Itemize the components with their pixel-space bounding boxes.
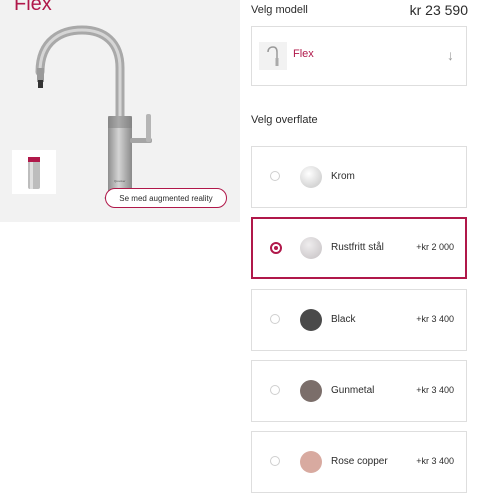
model-name: Flex bbox=[293, 48, 314, 60]
finish-name: Black bbox=[331, 314, 356, 325]
finish-price: +kr 3 400 bbox=[416, 456, 454, 466]
finish-price: +kr 2 000 bbox=[416, 242, 454, 252]
color-swatch bbox=[300, 309, 322, 331]
reservoir-icon bbox=[28, 157, 40, 189]
finish-name: Krom bbox=[331, 171, 355, 182]
finish-name: Rose copper bbox=[331, 456, 388, 467]
color-swatch bbox=[300, 380, 322, 402]
radio-button-selected[interactable] bbox=[270, 242, 282, 254]
finish-price: +kr 3 400 bbox=[416, 385, 454, 395]
product-thumbnail[interactable] bbox=[12, 150, 56, 194]
total-price: kr 23 590 bbox=[409, 2, 468, 18]
model-thumbnail bbox=[259, 42, 287, 70]
radio-button[interactable] bbox=[270, 456, 280, 466]
radio-button[interactable] bbox=[270, 171, 280, 181]
arrow-down-icon: ↓ bbox=[447, 47, 454, 63]
finish-option-rustfritt-stal[interactable]: Rustfritt stål +kr 2 000 bbox=[251, 217, 467, 279]
finish-name: Gunmetal bbox=[331, 385, 375, 396]
product-image-panel: Flex Quooker Se med augmented reality bbox=[0, 0, 240, 222]
model-select[interactable]: Flex ↓ bbox=[251, 26, 467, 86]
finish-price: +kr 3 400 bbox=[416, 314, 454, 324]
finish-option-black[interactable]: Black +kr 3 400 bbox=[251, 289, 467, 351]
select-finish-label: Velg overflate bbox=[251, 114, 318, 126]
faucet-icon bbox=[267, 46, 279, 66]
radio-button[interactable] bbox=[270, 385, 280, 395]
select-model-label: Velg modell bbox=[251, 4, 308, 16]
svg-text:Quooker: Quooker bbox=[114, 179, 126, 183]
radio-button[interactable] bbox=[270, 314, 280, 324]
color-swatch bbox=[300, 451, 322, 473]
finish-option-gunmetal[interactable]: Gunmetal +kr 3 400 bbox=[251, 360, 467, 422]
augmented-reality-button[interactable]: Se med augmented reality bbox=[105, 188, 227, 208]
color-swatch bbox=[300, 166, 322, 188]
color-swatch bbox=[300, 237, 322, 259]
finish-option-krom[interactable]: Krom bbox=[251, 146, 467, 208]
finish-option-rose-copper[interactable]: Rose copper +kr 3 400 bbox=[251, 431, 467, 493]
finish-name: Rustfritt stål bbox=[331, 242, 384, 253]
